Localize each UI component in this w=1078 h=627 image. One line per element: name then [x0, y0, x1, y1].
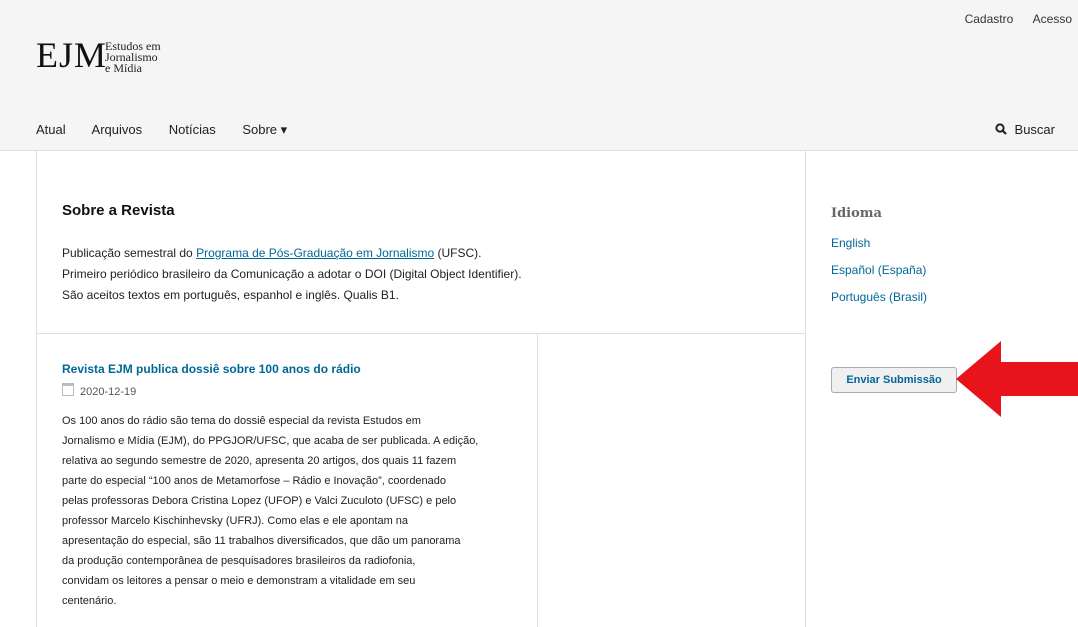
news-line: convidam os leitores a pensar o meio e d…	[62, 575, 416, 587]
logo-mark: EJM	[36, 35, 108, 75]
user-nav: Cadastro Acesso	[949, 12, 1072, 26]
language-espanol-link[interactable]: Español (España)	[831, 263, 926, 277]
about-text: Publicação semestral do Programa de Pós-…	[62, 243, 522, 306]
news-line: apresentação do especial, são 11 trabalh…	[62, 535, 461, 547]
news-line: pelas professoras Debora Cristina Lopez …	[62, 495, 457, 507]
about-section: Sobre a Revista Publicação semestral do …	[37, 150, 805, 334]
news-line: Jornalismo e Mídia (EJM), do PPGJOR/UFSC…	[62, 435, 479, 447]
language-block-title: Idioma	[831, 206, 882, 221]
primary-nav: Atual Arquivos Notícias Sobre ▾	[36, 122, 310, 138]
news-line: Os 100 anos do rádio são tema do dossiê …	[62, 415, 421, 427]
about-line-1-prefix: Publicação semestral do	[62, 246, 197, 260]
language-english-link[interactable]: English	[831, 236, 870, 250]
news-line: parte do especial “100 anos de Metamorfo…	[62, 475, 447, 487]
news-date-value: 2020-12-19	[80, 386, 137, 398]
submit-manuscript-button[interactable]: Enviar Submissão	[831, 367, 957, 393]
news-line: relativa ao segundo semestre de 2020, ap…	[62, 455, 457, 467]
news-item: Revista EJM publica dossiê sobre 100 ano…	[37, 334, 538, 627]
news-body: Os 100 anos do rádio são tema do dossiê …	[62, 411, 532, 611]
search-link[interactable]: Buscar	[995, 122, 1055, 137]
logo-subtitle: Estudos em Jornalismo e Mídia	[105, 40, 161, 75]
calendar-icon	[62, 383, 74, 396]
news-date: 2020-12-19	[62, 383, 136, 398]
nav-item-arquivos[interactable]: Arquivos	[92, 122, 143, 137]
site-header: Cadastro Acesso EJM Estudos em Jornalism…	[0, 0, 1078, 151]
about-title: Sobre a Revista	[62, 202, 175, 219]
register-link[interactable]: Cadastro	[965, 12, 1014, 26]
login-link[interactable]: Acesso	[1033, 12, 1072, 26]
language-portugues-link[interactable]: Português (Brasil)	[831, 290, 927, 304]
search-label: Buscar	[1014, 122, 1055, 137]
news-title-link[interactable]: Revista EJM publica dossiê sobre 100 ano…	[62, 362, 361, 376]
logo-line-3: e Mídia	[105, 61, 142, 75]
about-line-1: Publicação semestral do Programa de Pós-…	[62, 243, 522, 264]
about-line-3: São aceitos textos em português, espanho…	[62, 288, 399, 302]
red-arrow-annotation	[956, 341, 1078, 417]
about-line-2: Primeiro periódico brasileiro da Comunic…	[62, 267, 522, 281]
nav-item-noticias[interactable]: Notícias	[169, 122, 216, 137]
news-line: centenário.	[62, 595, 117, 607]
program-link[interactable]: Programa de Pós-Graduação em Jornalismo	[196, 246, 434, 260]
site-logo[interactable]: EJM Estudos em Jornalismo e Mídia	[36, 34, 186, 110]
nav-item-atual[interactable]: Atual	[36, 122, 66, 137]
news-line: professor Marcelo Kischinhevsky (UFRJ). …	[62, 515, 409, 527]
search-icon	[995, 122, 1011, 137]
news-line: da produção contemporânea de pesquisador…	[62, 555, 416, 567]
about-line-1-suffix: (UFSC).	[434, 246, 482, 260]
nav-item-sobre-dropdown[interactable]: Sobre ▾	[242, 122, 287, 137]
main-content: Sobre a Revista Publicação semestral do …	[36, 150, 806, 627]
